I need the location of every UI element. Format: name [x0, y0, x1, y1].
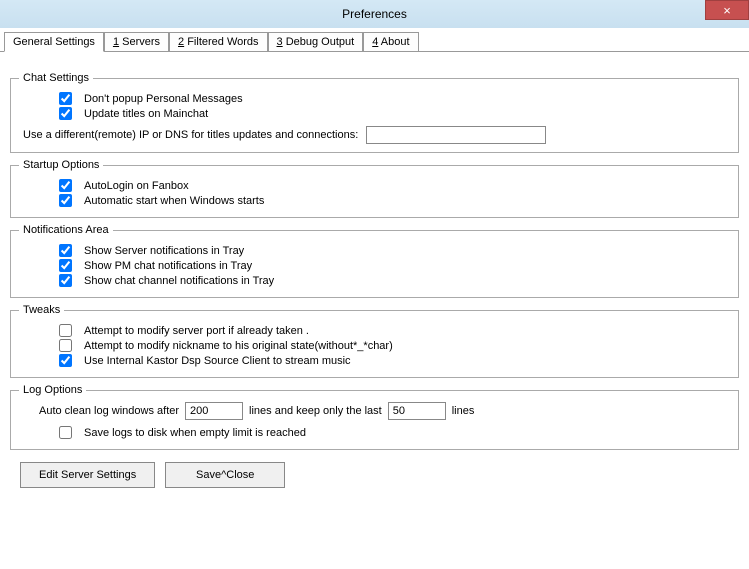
startup-options-legend: Startup Options — [19, 159, 103, 171]
log-options-legend: Log Options — [19, 384, 86, 396]
server-notify-label: Show Server notifications in Tray — [84, 245, 244, 257]
modify-nick-checkbox[interactable] — [59, 339, 72, 352]
close-button[interactable]: × — [705, 0, 749, 20]
tab-filtered-words[interactable]: 2 Filtered Words — [169, 32, 268, 51]
save-logs-checkbox[interactable] — [59, 426, 72, 439]
chat-settings-group: Chat Settings Don't popup Personal Messa… — [10, 72, 739, 153]
pm-notify-label: Show PM chat notifications in Tray — [84, 260, 252, 272]
remote-ip-input[interactable] — [366, 126, 546, 144]
tab-debug-output[interactable]: 3 Debug Output — [268, 32, 364, 51]
titlebar: Preferences × — [0, 0, 749, 28]
autoclean-input-1[interactable] — [185, 402, 243, 420]
autoclean-label-2: lines and keep only the last — [249, 405, 382, 417]
modify-nick-label: Attempt to modify nickname to his origin… — [84, 340, 393, 352]
no-popup-pm-checkbox[interactable] — [59, 92, 72, 105]
autoclean-label-1: Auto clean log windows after — [39, 405, 179, 417]
chat-settings-legend: Chat Settings — [19, 72, 93, 84]
pm-notify-checkbox[interactable] — [59, 259, 72, 272]
dsp-checkbox[interactable] — [59, 354, 72, 367]
tab-container: General Settings 1 Servers 2 Filtered Wo… — [0, 28, 749, 569]
tab-panel-general: Chat Settings Don't popup Personal Messa… — [0, 52, 749, 498]
channel-notify-checkbox[interactable] — [59, 274, 72, 287]
autostart-label: Automatic start when Windows starts — [84, 195, 264, 207]
modify-port-label: Attempt to modify server port if already… — [84, 325, 309, 337]
autoclean-input-2[interactable] — [388, 402, 446, 420]
tab-strip: General Settings 1 Servers 2 Filtered Wo… — [0, 28, 749, 52]
server-notify-checkbox[interactable] — [59, 244, 72, 257]
autologin-label: AutoLogin on Fanbox — [84, 180, 189, 192]
tab-servers[interactable]: 1 Servers — [104, 32, 169, 51]
save-logs-label: Save logs to disk when empty limit is re… — [84, 427, 306, 439]
close-icon: × — [723, 3, 731, 18]
remote-ip-label: Use a different(remote) IP or DNS for ti… — [23, 129, 358, 141]
dsp-label: Use Internal Kastor Dsp Source Client to… — [84, 355, 351, 367]
modify-port-checkbox[interactable] — [59, 324, 72, 337]
log-options-group: Log Options Auto clean log windows after… — [10, 384, 739, 450]
window-title: Preferences — [342, 7, 407, 21]
notifications-group: Notifications Area Show Server notificat… — [10, 224, 739, 298]
startup-options-group: Startup Options AutoLogin on Fanbox Auto… — [10, 159, 739, 218]
autologin-checkbox[interactable] — [59, 179, 72, 192]
autostart-checkbox[interactable] — [59, 194, 72, 207]
button-row: Edit Server Settings Save^Close — [20, 462, 739, 488]
save-close-button[interactable]: Save^Close — [165, 462, 285, 488]
tweaks-legend: Tweaks — [19, 304, 64, 316]
channel-notify-label: Show chat channel notifications in Tray — [84, 275, 274, 287]
autoclean-label-3: lines — [452, 405, 475, 417]
tab-about[interactable]: 4 About — [363, 32, 418, 51]
edit-server-settings-button[interactable]: Edit Server Settings — [20, 462, 155, 488]
notifications-legend: Notifications Area — [19, 224, 113, 236]
tweaks-group: Tweaks Attempt to modify server port if … — [10, 304, 739, 378]
no-popup-pm-label: Don't popup Personal Messages — [84, 93, 243, 105]
update-titles-checkbox[interactable] — [59, 107, 72, 120]
update-titles-label: Update titles on Mainchat — [84, 108, 208, 120]
tab-general[interactable]: General Settings — [4, 32, 104, 52]
